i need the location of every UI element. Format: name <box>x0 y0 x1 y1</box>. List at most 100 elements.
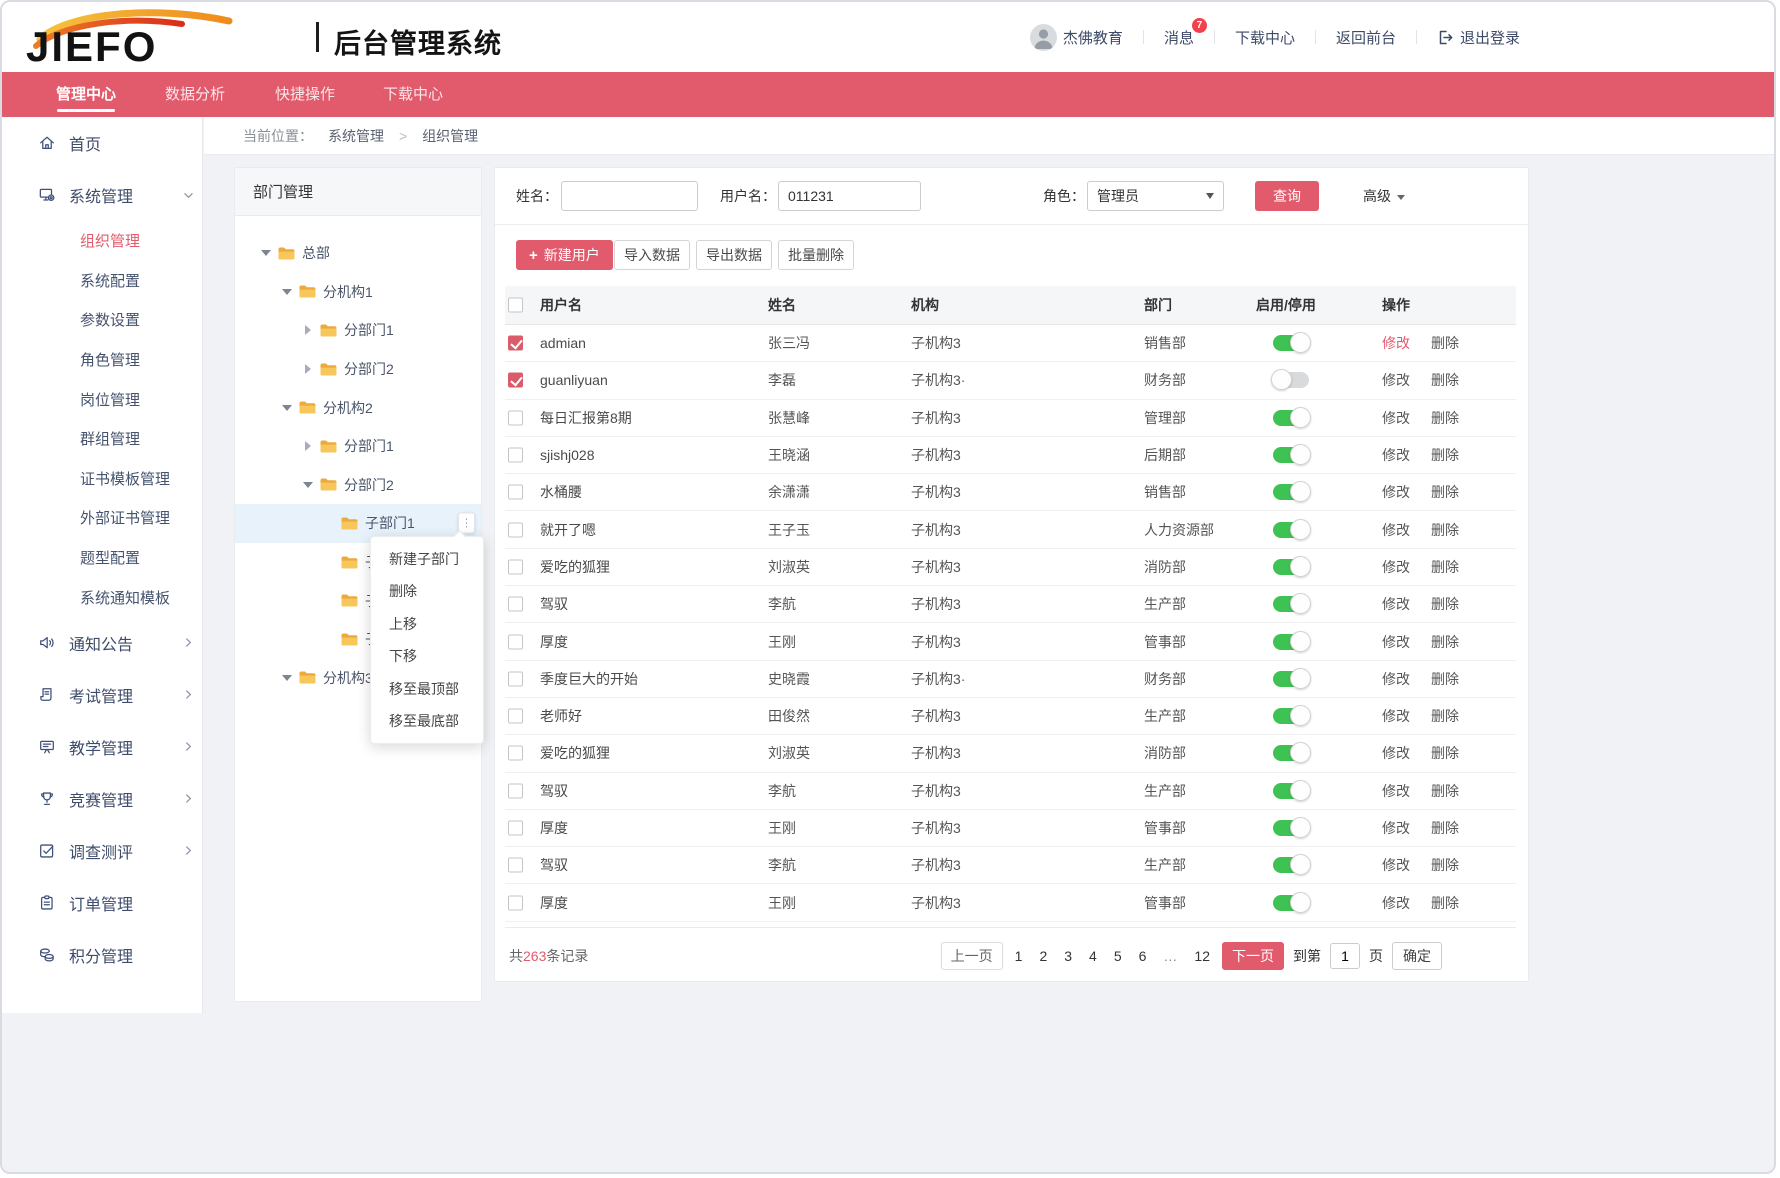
delete-link[interactable]: 删除 <box>1431 818 1459 838</box>
caret-expanded-icon[interactable] <box>280 675 294 681</box>
enable-toggle[interactable] <box>1273 559 1309 575</box>
edit-link[interactable]: 修改 <box>1382 632 1410 652</box>
edit-link[interactable]: 修改 <box>1382 893 1410 913</box>
enable-toggle[interactable] <box>1273 522 1309 538</box>
row-checkbox[interactable] <box>508 485 523 500</box>
sidebar-item-调查测评[interactable]: 调查测评 <box>2 825 202 877</box>
edit-link[interactable]: 修改 <box>1382 669 1410 689</box>
delete-link[interactable]: 删除 <box>1431 594 1459 614</box>
edit-link[interactable]: 修改 <box>1382 781 1410 801</box>
sidebar-item-通知公告[interactable]: 通知公告 <box>2 617 202 669</box>
sidebar-item-系统通知模板[interactable]: 系统通知模板 <box>2 577 202 617</box>
delete-link[interactable]: 删除 <box>1431 370 1459 390</box>
tree-node-分机构1[interactable]: 分机构1 <box>235 273 481 312</box>
page-number-4[interactable]: 4 <box>1086 948 1100 964</box>
nav-tab-1[interactable]: 管理中心 <box>43 72 129 117</box>
enable-toggle[interactable] <box>1273 634 1309 650</box>
prev-page-button[interactable]: 上一页 <box>941 942 1003 970</box>
search-button[interactable]: 查询 <box>1255 181 1319 211</box>
name-filter-input[interactable] <box>561 181 698 211</box>
logout-link[interactable]: 退出登录 <box>1437 27 1520 48</box>
enable-toggle[interactable] <box>1273 410 1309 426</box>
sidebar-item-岗位管理[interactable]: 岗位管理 <box>2 379 202 419</box>
context-menu-item-下移[interactable]: 下移 <box>371 640 483 672</box>
breadcrumb-item-system[interactable]: 系统管理 <box>328 126 384 146</box>
sidebar-item-首页[interactable]: 首页 <box>2 117 202 169</box>
advanced-filter-toggle[interactable]: 高级 <box>1363 186 1405 206</box>
username-filter-input[interactable] <box>778 181 921 211</box>
batch-delete-button[interactable]: 批量删除 <box>778 240 854 270</box>
row-checkbox[interactable] <box>508 895 523 910</box>
caret-expanded-icon[interactable] <box>280 289 294 295</box>
page-number-5[interactable]: 5 <box>1111 948 1125 964</box>
delete-link[interactable]: 删除 <box>1431 893 1459 913</box>
delete-link[interactable]: 删除 <box>1431 408 1459 428</box>
edit-link[interactable]: 修改 <box>1382 855 1410 875</box>
sidebar-item-系统配置[interactable]: 系统配置 <box>2 261 202 301</box>
sidebar-item-组织管理[interactable]: 组织管理 <box>2 221 202 261</box>
delete-link[interactable]: 删除 <box>1431 669 1459 689</box>
caret-expanded-icon[interactable] <box>280 405 294 411</box>
edit-link[interactable]: 修改 <box>1382 818 1410 838</box>
delete-link[interactable]: 删除 <box>1431 520 1459 540</box>
row-checkbox[interactable] <box>508 373 523 388</box>
enable-toggle[interactable] <box>1273 857 1309 873</box>
caret-expanded-icon[interactable] <box>259 250 273 256</box>
row-checkbox[interactable] <box>508 858 523 873</box>
row-checkbox[interactable] <box>508 597 523 612</box>
back-to-front-link[interactable]: 返回前台 <box>1336 27 1396 48</box>
new-user-button[interactable]: + 新建用户 <box>516 240 613 270</box>
row-checkbox[interactable] <box>508 709 523 724</box>
enable-toggle[interactable] <box>1273 671 1309 687</box>
delete-link[interactable]: 删除 <box>1431 333 1459 353</box>
enable-toggle[interactable] <box>1273 335 1309 351</box>
messages-link[interactable]: 消息 7 <box>1164 27 1194 48</box>
delete-link[interactable]: 删除 <box>1431 781 1459 801</box>
sidebar-item-证书模板管理[interactable]: 证书模板管理 <box>2 459 202 499</box>
goto-page-input[interactable] <box>1330 943 1360 969</box>
row-checkbox[interactable] <box>508 336 523 351</box>
enable-toggle[interactable] <box>1273 820 1309 836</box>
page-number-3[interactable]: 3 <box>1061 948 1075 964</box>
edit-link[interactable]: 修改 <box>1382 594 1410 614</box>
enable-toggle[interactable] <box>1273 484 1309 500</box>
nav-tab-4[interactable]: 下载中心 <box>370 72 456 117</box>
delete-link[interactable]: 删除 <box>1431 557 1459 577</box>
context-menu-item-新建子部门[interactable]: 新建子部门 <box>371 543 483 575</box>
enable-toggle[interactable] <box>1273 783 1309 799</box>
row-checkbox[interactable] <box>508 634 523 649</box>
select-all-checkbox[interactable] <box>508 298 523 313</box>
caret-expanded-icon[interactable] <box>301 482 315 488</box>
sidebar-item-外部证书管理[interactable]: 外部证书管理 <box>2 498 202 538</box>
row-checkbox[interactable] <box>508 821 523 836</box>
delete-link[interactable]: 删除 <box>1431 743 1459 763</box>
edit-link[interactable]: 修改 <box>1382 445 1410 465</box>
tree-node-分部门1[interactable]: 分部门1 <box>235 427 481 466</box>
export-data-button[interactable]: 导出数据 <box>696 240 772 270</box>
delete-link[interactable]: 删除 <box>1431 706 1459 726</box>
page-number-2[interactable]: 2 <box>1036 948 1050 964</box>
nav-tab-2[interactable]: 数据分析 <box>152 72 238 117</box>
edit-link[interactable]: 修改 <box>1382 370 1410 390</box>
enable-toggle[interactable] <box>1273 447 1309 463</box>
row-checkbox[interactable] <box>508 746 523 761</box>
delete-link[interactable]: 删除 <box>1431 445 1459 465</box>
tree-node-分部门1[interactable]: 分部门1 <box>235 311 481 350</box>
caret-collapsed-icon[interactable] <box>301 441 315 451</box>
tree-node-分部门2[interactable]: 分部门2 <box>235 350 481 389</box>
user-menu[interactable]: 杰佛教育 <box>1030 24 1123 51</box>
page-number-1[interactable]: 1 <box>1012 948 1026 964</box>
caret-collapsed-icon[interactable] <box>301 364 315 374</box>
enable-toggle[interactable] <box>1273 372 1309 388</box>
row-checkbox[interactable] <box>508 448 523 463</box>
enable-toggle[interactable] <box>1273 708 1309 724</box>
context-menu-item-移至最顶部[interactable]: 移至最顶部 <box>371 673 483 705</box>
caret-collapsed-icon[interactable] <box>301 325 315 335</box>
tree-node-总部[interactable]: 总部 <box>235 234 481 273</box>
sidebar-item-题型配置[interactable]: 题型配置 <box>2 538 202 578</box>
page-number-12[interactable]: 12 <box>1191 948 1213 964</box>
sidebar-item-角色管理[interactable]: 角色管理 <box>2 340 202 380</box>
edit-link[interactable]: 修改 <box>1382 408 1410 428</box>
edit-link[interactable]: 修改 <box>1382 482 1410 502</box>
delete-link[interactable]: 删除 <box>1431 632 1459 652</box>
